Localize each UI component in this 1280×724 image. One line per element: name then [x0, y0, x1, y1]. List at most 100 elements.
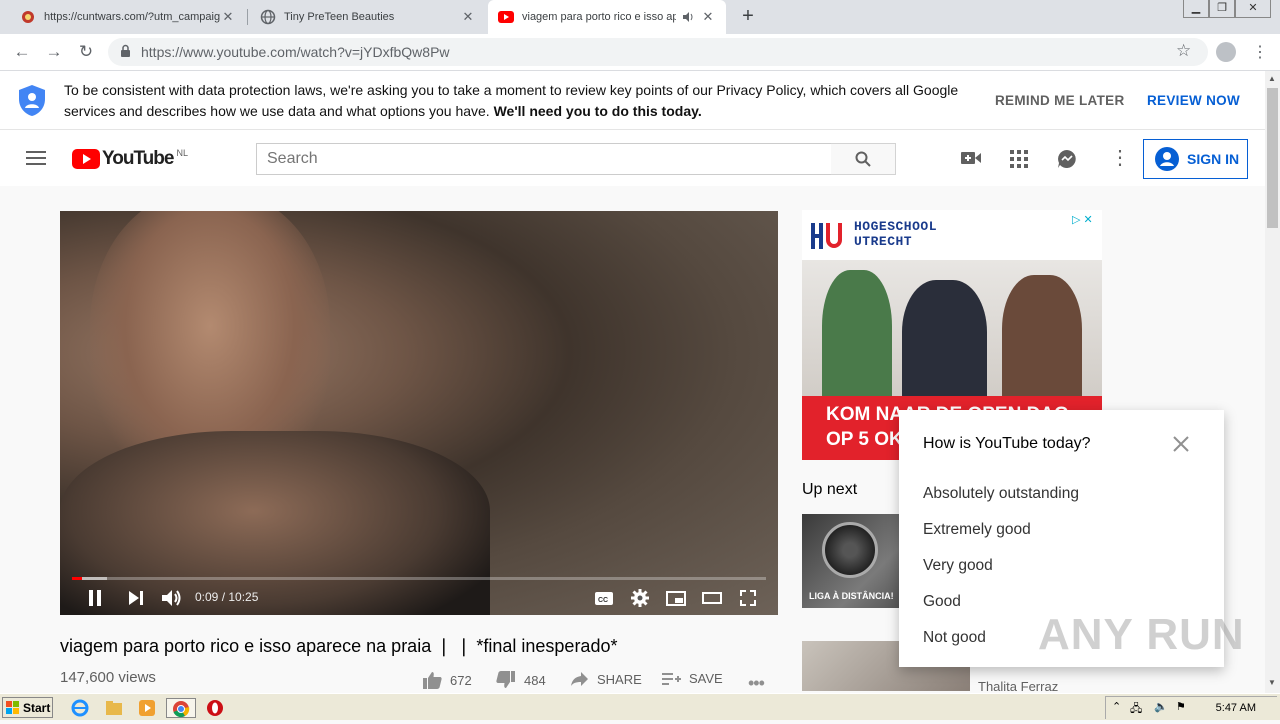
start-button[interactable]: Start	[2, 697, 53, 718]
ad-photo	[802, 260, 1102, 410]
miniplayer-icon[interactable]	[665, 587, 687, 609]
thumbs-down-icon	[496, 671, 516, 689]
close-window-button[interactable]: ✕	[1235, 0, 1271, 18]
thumbnail-caption: LIGA À DISTÂNCIA!	[809, 591, 894, 601]
address-bar[interactable]: https://www.youtube.com/watch?v=jYDxfbQw…	[108, 38, 1208, 66]
review-now-button[interactable]: REVIEW NOW	[1147, 93, 1240, 108]
svg-text:CC: CC	[598, 597, 608, 604]
settings-more-icon[interactable]: ⋮	[1110, 148, 1130, 168]
browser-tab-2[interactable]: Tiny PreTeen Beauties ✕	[250, 0, 486, 34]
scroll-thumb[interactable]	[1267, 88, 1278, 228]
folder-icon[interactable]	[104, 698, 124, 718]
messages-icon[interactable]	[1057, 149, 1077, 174]
sign-in-button[interactable]: SIGN IN	[1143, 139, 1248, 179]
show-hidden-icons-icon[interactable]: ⌃	[1112, 700, 1121, 713]
player-controls: 0:09 / 10:25 CC	[60, 581, 778, 615]
add-to-playlist-icon	[662, 672, 681, 686]
fullscreen-icon[interactable]	[737, 587, 759, 609]
tab-close-icon[interactable]: ✕	[700, 9, 716, 25]
tab-title: https://cuntwars.com/?utm_campaig	[44, 11, 220, 23]
remind-me-later-button[interactable]: REMIND ME LATER	[995, 93, 1125, 108]
forward-arrow-icon[interactable]: →	[44, 42, 64, 62]
privacy-consent-banner: To be consistent with data protection la…	[0, 71, 1265, 130]
create-video-icon[interactable]	[960, 150, 982, 171]
country-code: NL	[176, 148, 188, 158]
up-next-heading: Up next	[802, 481, 858, 498]
volume-tray-icon[interactable]: 🔈	[1154, 700, 1168, 713]
minimize-button[interactable]: ▁	[1183, 0, 1209, 18]
bookmark-star-icon[interactable]: ☆	[1176, 41, 1191, 61]
globe-icon	[260, 9, 276, 25]
browser-tab-1[interactable]: https://cuntwars.com/?utm_campaig ✕	[10, 0, 246, 34]
media-player-icon[interactable]	[137, 698, 157, 718]
anyrun-watermark: ANY RUN	[1038, 610, 1245, 659]
browser-tab-3-active[interactable]: viagem para porto rico e isso ap ✕	[488, 0, 726, 34]
like-button[interactable]: 672	[422, 671, 472, 689]
scroll-up-arrow-icon[interactable]: ▲	[1268, 74, 1276, 83]
hamburger-menu-icon[interactable]	[26, 151, 46, 165]
start-label: Start	[23, 700, 51, 715]
survey-option[interactable]: Absolutely outstanding	[923, 485, 1079, 503]
search-button[interactable]	[831, 143, 896, 175]
view-count: 147,600 views	[60, 669, 156, 686]
browser-menu-icon[interactable]: ⋮	[1252, 42, 1268, 62]
survey-option[interactable]: Not good	[923, 629, 986, 647]
related-channel-name[interactable]: Thalita Ferraz	[978, 679, 1058, 694]
volume-icon[interactable]	[160, 587, 184, 609]
reload-icon[interactable]: ↻	[76, 42, 96, 62]
scroll-down-arrow-icon[interactable]: ▼	[1268, 678, 1276, 687]
save-button[interactable]: SAVE	[662, 671, 723, 686]
system-tray: ⌃ 🖧 🔈 ⚑ 5:47 AM	[1105, 696, 1277, 719]
network-icon[interactable]: 🖧	[1130, 700, 1142, 719]
tab-title: Tiny PreTeen Beauties	[284, 11, 395, 23]
tab-close-icon[interactable]: ✕	[220, 9, 236, 25]
audio-playing-icon[interactable]	[682, 11, 694, 23]
opera-icon[interactable]	[205, 698, 225, 718]
internet-explorer-icon[interactable]	[70, 698, 90, 718]
search-input[interactable]	[257, 144, 831, 174]
progress-fill	[72, 577, 82, 580]
profile-avatar-icon[interactable]	[1216, 42, 1236, 62]
new-tab-button[interactable]: +	[738, 6, 758, 26]
clock: 5:47 AM	[1215, 702, 1256, 714]
adchoices-icon[interactable]: ▷ ✕	[1072, 213, 1093, 226]
youtube-play-logo-icon	[72, 149, 100, 169]
more-actions-icon[interactable]: •••	[748, 673, 765, 694]
page-scrollbar[interactable]: ▲ ▼	[1265, 71, 1280, 693]
apps-grid-icon[interactable]	[1010, 150, 1028, 173]
chrome-taskbar-button[interactable]	[166, 698, 196, 718]
hu-logo-icon	[811, 223, 842, 249]
browser-toolbar: ← → ↻ https://www.youtube.com/watch?v=jY…	[0, 34, 1280, 71]
share-button[interactable]: SHARE	[570, 671, 642, 687]
youtube-logo[interactable]: YouTube NL	[72, 148, 188, 170]
restore-button[interactable]: ❐	[1209, 0, 1235, 18]
search-box	[256, 143, 832, 175]
back-arrow-icon[interactable]: ←	[12, 42, 32, 62]
dislike-count: 484	[524, 672, 546, 688]
close-icon[interactable]	[1171, 434, 1191, 454]
flag-icon[interactable]: ⚑	[1176, 700, 1186, 713]
windows-logo-icon	[6, 700, 19, 714]
survey-question: How is YouTube today?	[923, 435, 1091, 452]
share-arrow-icon	[570, 671, 589, 687]
dislike-button[interactable]: 484	[496, 671, 546, 689]
survey-option[interactable]: Very good	[923, 557, 993, 575]
next-video-icon[interactable]	[125, 587, 147, 609]
pause-icon[interactable]	[84, 587, 106, 609]
settings-gear-icon[interactable]	[629, 587, 651, 609]
survey-option[interactable]: Good	[923, 593, 961, 611]
consent-message: To be consistent with data protection la…	[64, 82, 959, 119]
video-player[interactable]: 0:09 / 10:25 CC	[60, 211, 778, 615]
survey-option[interactable]: Extremely good	[923, 521, 1031, 539]
progress-bar[interactable]	[72, 577, 766, 580]
captions-icon[interactable]: CC	[593, 587, 615, 609]
youtube-header: YouTube NL ⋮ SIGN IN	[0, 130, 1265, 186]
thumbs-up-icon	[422, 671, 442, 689]
ad-brand: HOGESCHOOL UTRECHT	[854, 219, 938, 249]
url-text: https://www.youtube.com/watch?v=jYDxfbQw…	[141, 44, 450, 60]
tab-close-icon[interactable]: ✕	[460, 9, 476, 25]
shield-icon	[18, 84, 46, 122]
sign-in-label: SIGN IN	[1187, 151, 1240, 167]
fan-image	[822, 522, 878, 578]
theater-mode-icon[interactable]	[701, 587, 723, 609]
